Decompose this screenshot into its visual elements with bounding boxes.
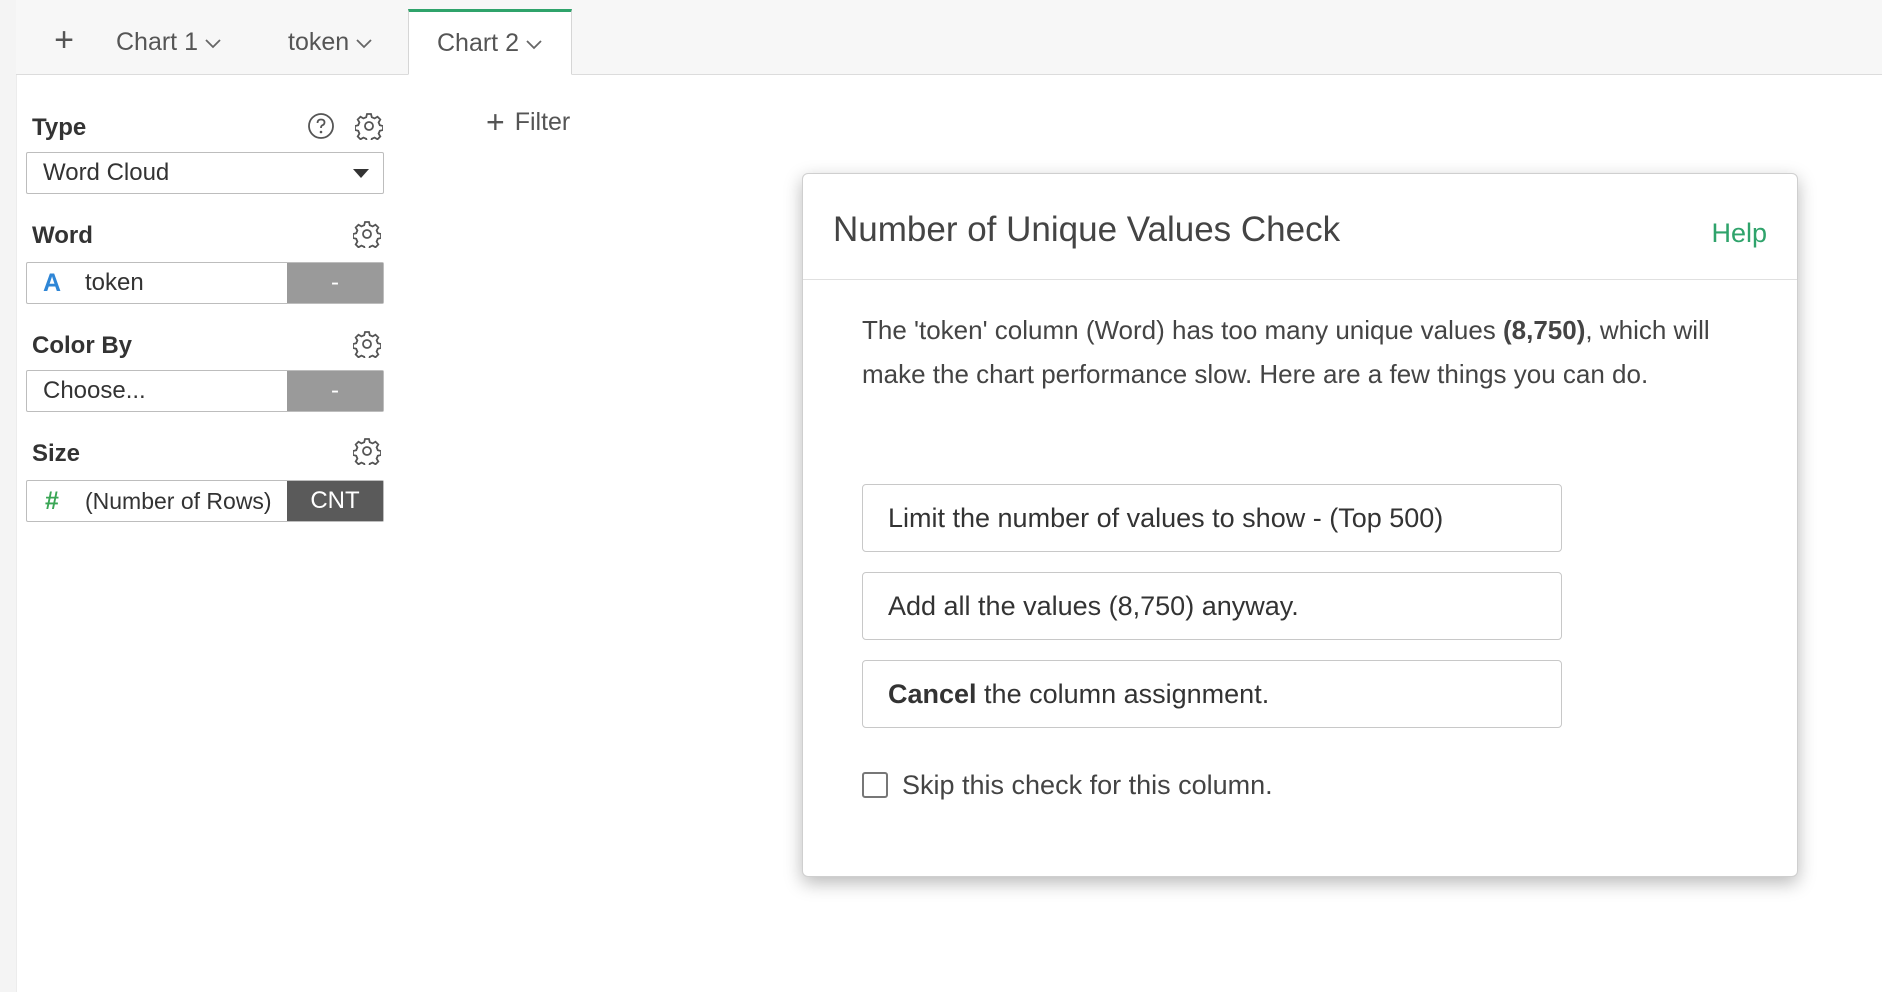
chevron-down-icon xyxy=(205,39,221,49)
word-aggregation-button[interactable]: - xyxy=(287,263,383,303)
tab-bar: + Chart 1 token Chart 2 xyxy=(16,0,1882,75)
gear-icon[interactable] xyxy=(353,437,381,465)
word-column-name: token xyxy=(85,269,144,296)
type-label: Type xyxy=(32,114,87,141)
left-edge-strip xyxy=(0,0,17,992)
dialog-title: Number of Unique Values Check xyxy=(833,210,1341,249)
limit-values-button[interactable]: Limit the number of values to show - (To… xyxy=(862,484,1562,552)
cancel-rest-label: the column assignment. xyxy=(976,679,1270,709)
cancel-label: Cancel xyxy=(888,679,977,709)
gear-icon[interactable] xyxy=(353,220,381,248)
chart-type-select[interactable]: Word Cloud xyxy=(26,152,384,194)
message-text: The 'token' column (Word) has too many u… xyxy=(862,315,1503,345)
tab-token[interactable]: token xyxy=(288,10,373,74)
add-filter-button[interactable]: + Filter xyxy=(486,104,570,141)
chart-type-value: Word Cloud xyxy=(43,159,170,186)
color-by-aggregation-button[interactable]: - xyxy=(287,371,383,411)
skip-check-label: Skip this check for this column. xyxy=(902,770,1273,800)
word-column-field[interactable]: A token - xyxy=(26,262,384,304)
add-all-values-button[interactable]: Add all the values (8,750) anyway. xyxy=(862,572,1562,640)
plus-icon: + xyxy=(486,104,505,140)
help-circle-icon[interactable] xyxy=(307,112,335,140)
color-by-column-field[interactable]: Choose... - xyxy=(26,370,384,412)
cancel-assignment-button[interactable]: Cancel the column assignment. xyxy=(862,660,1562,728)
skip-check-row[interactable]: Skip this check for this column. xyxy=(862,770,1273,801)
dialog-divider xyxy=(803,279,1797,280)
color-by-label: Color By xyxy=(32,332,133,359)
tab-label: Chart 1 xyxy=(116,28,198,56)
tab-chart-1[interactable]: Chart 1 xyxy=(116,10,222,74)
color-by-placeholder: Choose... xyxy=(43,377,146,404)
word-label: Word xyxy=(32,222,93,249)
chevron-down-icon xyxy=(356,39,372,49)
unique-values-check-dialog: Number of Unique Values Check Help The '… xyxy=(802,173,1798,877)
unique-count: (8,750) xyxy=(1503,315,1586,345)
text-type-icon: A xyxy=(43,269,62,297)
tab-chart-2[interactable]: Chart 2 xyxy=(408,9,572,75)
caret-down-icon xyxy=(353,169,369,178)
size-aggregation-button[interactable]: CNT xyxy=(287,481,383,521)
gear-icon[interactable] xyxy=(353,330,381,358)
skip-check-checkbox[interactable] xyxy=(862,772,888,798)
tab-label: token xyxy=(288,28,350,56)
filter-label: Filter xyxy=(514,108,571,136)
dialog-message: The 'token' column (Word) has too many u… xyxy=(862,308,1742,396)
tab-label: Chart 2 xyxy=(437,29,519,57)
gear-icon[interactable] xyxy=(355,112,383,140)
help-link[interactable]: Help xyxy=(1711,218,1767,249)
size-label: Size xyxy=(32,440,81,467)
number-type-icon: # xyxy=(45,487,59,515)
chevron-down-icon xyxy=(526,40,542,50)
size-column-field[interactable]: # (Number of Rows) CNT xyxy=(26,480,384,522)
add-tab-button[interactable]: + xyxy=(32,20,96,60)
size-column-name: (Number of Rows) xyxy=(85,488,272,514)
